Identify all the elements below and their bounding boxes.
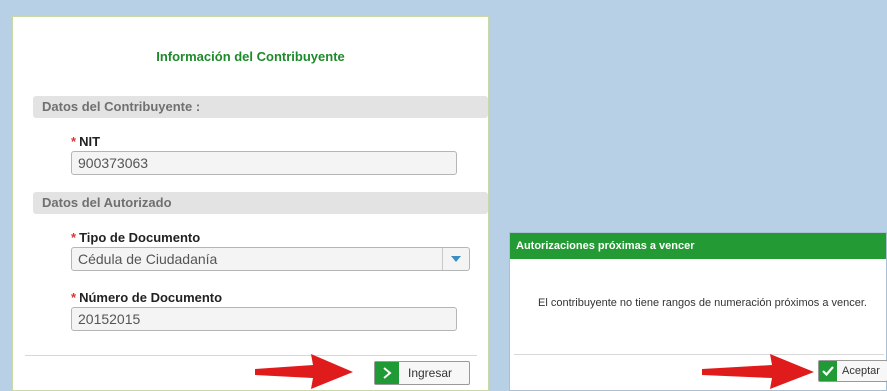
checkmark-icon: [819, 361, 837, 381]
red-arrow-icon: [255, 354, 353, 389]
ingresar-button[interactable]: Ingresar: [374, 361, 470, 385]
contribuyente-form-panel: Información del Contribuyente Datos del …: [12, 16, 489, 391]
aceptar-button[interactable]: Aceptar: [818, 360, 887, 382]
form-divider: [25, 355, 477, 356]
numero-documento-field[interactable]: 20152015: [71, 307, 457, 331]
dialog-message: El contribuyente no tiene rangos de nume…: [538, 297, 867, 309]
nit-label-text: NIT: [79, 134, 101, 149]
required-marker: *: [71, 134, 77, 149]
dialog-title: Autorizaciones próximas a vencer: [510, 233, 886, 259]
section-header-autorizado: Datos del Autorizado: [33, 192, 488, 214]
form-title: Información del Contribuyente: [156, 49, 345, 64]
tipo-documento-select[interactable]: Cédula de Ciudadanía: [71, 247, 470, 271]
tipo-documento-value: Cédula de Ciudadanía: [78, 251, 218, 267]
required-marker: *: [71, 230, 77, 245]
required-marker: *: [71, 290, 77, 305]
numero-documento-label: * Número de Documento: [71, 290, 222, 305]
nit-field[interactable]: 900373063: [71, 151, 457, 175]
tipo-documento-label-text: Tipo de Documento: [79, 230, 201, 245]
red-arrow-icon: [702, 354, 814, 389]
aceptar-button-label: Aceptar: [842, 365, 880, 377]
chevron-right-icon: [375, 362, 399, 384]
autorizaciones-dialog: Autorizaciones próximas a vencer El cont…: [509, 232, 887, 391]
numero-documento-label-text: Número de Documento: [79, 290, 223, 305]
section-header-contribuyente: Datos del Contribuyente :: [33, 96, 488, 118]
caret-down-icon[interactable]: [442, 248, 469, 270]
tipo-documento-label: * Tipo de Documento: [71, 230, 200, 245]
ingresar-button-label: Ingresar: [408, 366, 453, 380]
dialog-divider: [514, 354, 884, 355]
nit-label: * NIT: [71, 134, 100, 149]
